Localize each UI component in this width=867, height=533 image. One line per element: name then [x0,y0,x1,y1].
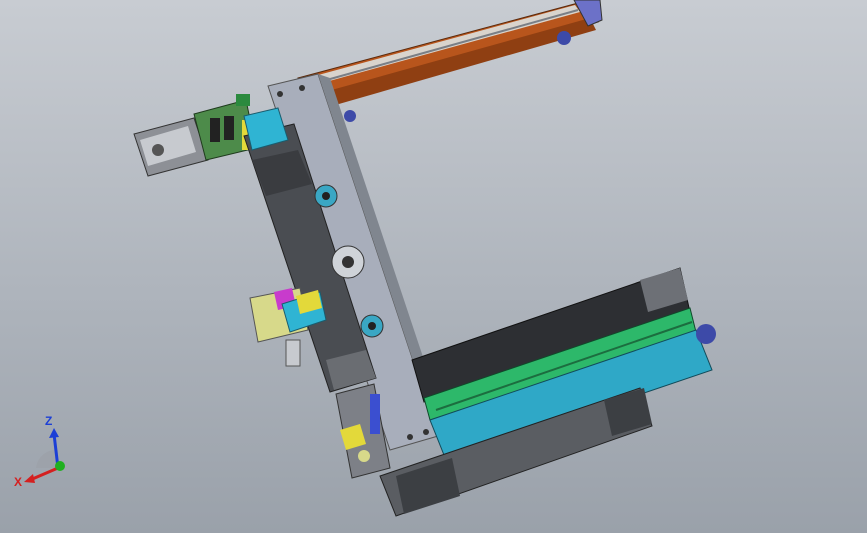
orientation-triad[interactable]: Z X [14,410,74,490]
z-arrow-icon [49,428,59,438]
x-arrow-icon [24,474,35,483]
x-axis-label: X [14,475,22,489]
x-axis-icon [29,466,59,482]
upper-motor[interactable] [133,94,257,177]
3d-model-render[interactable] [0,0,867,533]
cad-viewport[interactable]: Z X [0,0,867,533]
z-axis-label: Z [45,414,52,428]
upper-linear-rail[interactable] [297,0,603,122]
y-axis-icon [55,461,65,471]
